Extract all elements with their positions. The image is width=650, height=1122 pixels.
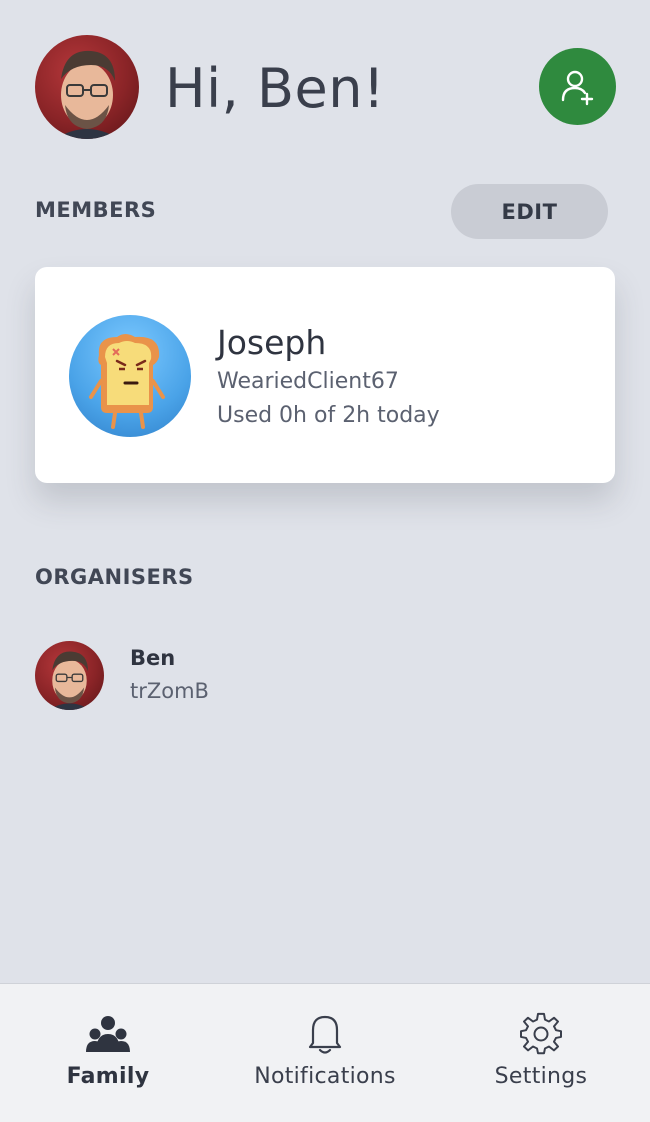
- members-section-label: MEMBERS: [35, 198, 157, 222]
- nav-notifications-label: Notifications: [254, 1064, 396, 1089]
- nav-family-label: Family: [66, 1064, 150, 1089]
- bottom-nav: Family Notifications Settings: [0, 983, 650, 1122]
- header: Hi, Ben!: [0, 0, 650, 170]
- nav-notifications[interactable]: Notifications: [245, 984, 405, 1122]
- family-icon: [86, 1012, 130, 1056]
- member-avatar: [69, 315, 191, 437]
- organiser-gamertag: trZomB: [130, 679, 209, 703]
- nav-settings-label: Settings: [494, 1064, 588, 1089]
- ben-avatar-icon: [48, 651, 91, 710]
- ben-avatar-icon: [55, 50, 119, 139]
- add-person-icon: [561, 70, 593, 105]
- member-name: Joseph: [217, 323, 327, 362]
- bell-icon: [307, 1012, 343, 1056]
- organiser-name[interactable]: Ben: [130, 646, 175, 670]
- add-member-button[interactable]: [539, 48, 616, 125]
- gear-icon: [519, 1012, 563, 1056]
- member-gamertag: WeariedClient67: [217, 369, 399, 394]
- profile-avatar[interactable]: [35, 35, 139, 139]
- greeting-title: Hi, Ben!: [165, 57, 386, 120]
- organisers-section-label: ORGANISERS: [35, 565, 194, 589]
- organiser-avatar[interactable]: [35, 641, 104, 710]
- member-card[interactable]: Joseph WeariedClient67 Used 0h of 2h tod…: [35, 267, 615, 483]
- nav-family[interactable]: Family: [58, 984, 158, 1122]
- nav-settings[interactable]: Settings: [481, 984, 601, 1122]
- toast-avatar-icon: [89, 334, 165, 429]
- edit-button[interactable]: EDIT: [451, 184, 608, 239]
- member-usage: Used 0h of 2h today: [217, 403, 440, 428]
